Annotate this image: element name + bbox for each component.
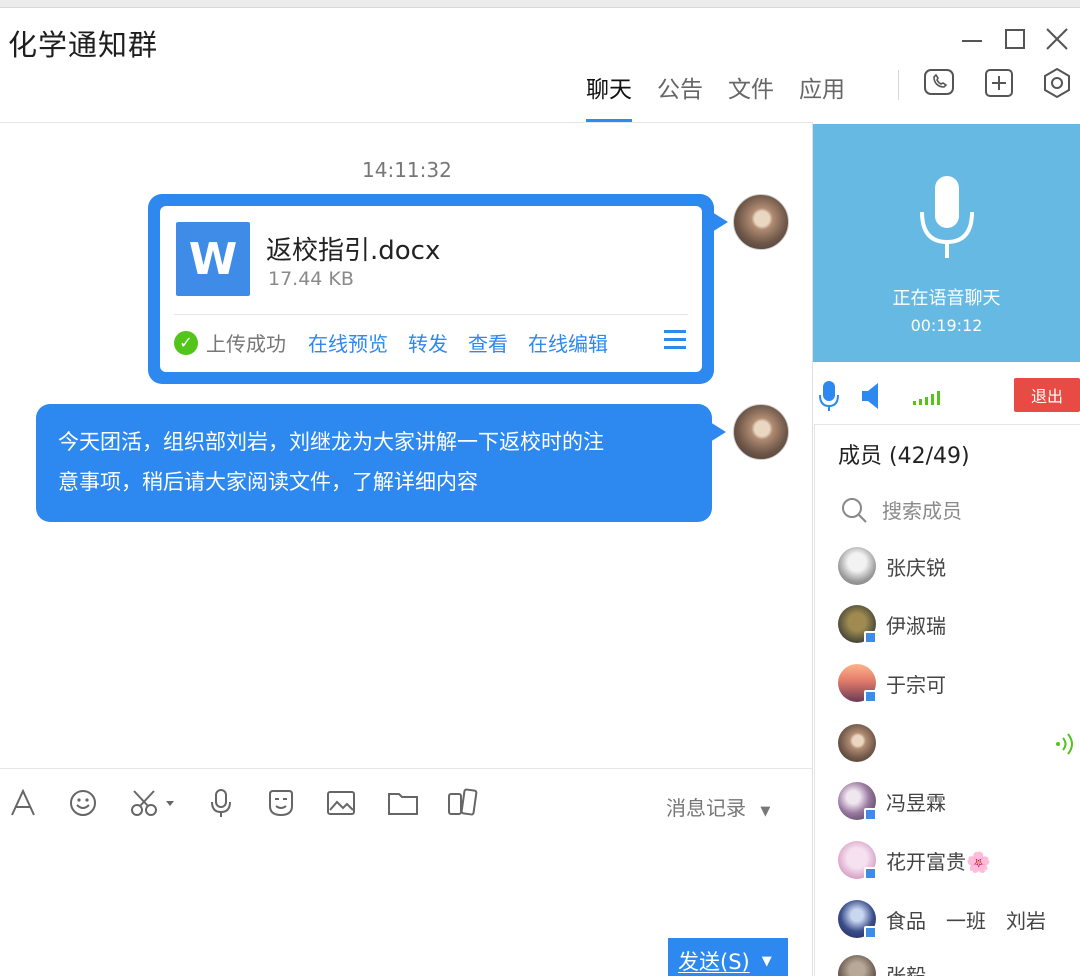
member-item[interactable]: 于宗可	[838, 663, 946, 703]
phone-icon[interactable]	[922, 66, 956, 100]
minimize-icon[interactable]	[955, 22, 989, 56]
member-item[interactable]: 伊淑瑞	[838, 604, 946, 644]
edit-online-link[interactable]: 在线编辑	[528, 328, 608, 357]
tab-bar: 聊天 公告 文件 应用	[586, 64, 870, 122]
member-avatar	[838, 724, 876, 762]
mobile-status-icon	[864, 690, 877, 703]
send-options-chevron-icon[interactable]: ▼	[762, 954, 772, 969]
member-name: 伊淑瑞	[886, 613, 946, 638]
upload-status: 上传成功	[206, 332, 286, 356]
tab-apps[interactable]: 应用	[799, 64, 845, 122]
speaker-icon[interactable]	[860, 380, 882, 416]
file-name[interactable]: 返校指引.docx	[266, 230, 440, 267]
message-line-1: 今天团活，组织部刘岩，刘继龙为大家讲解一下返校时的注	[58, 430, 604, 454]
file-card[interactable]: W 返校指引.docx 17.44 KB ✓ 上传成功 在线预览 转发 查看 在…	[160, 206, 702, 372]
file-actions: ✓ 上传成功 在线预览 转发 查看 在线编辑	[174, 328, 628, 357]
tab-announcement[interactable]: 公告	[657, 64, 703, 122]
message-timestamp: 14:11:32	[362, 158, 452, 182]
speaking-indicator-icon	[1056, 733, 1073, 755]
send-button[interactable]: 发送(S) ▼	[668, 938, 788, 976]
tab-files[interactable]: 文件	[728, 64, 774, 122]
member-item[interactable]: 食品 一班 刘岩	[838, 899, 1046, 939]
word-document-icon: W	[176, 222, 250, 296]
check-icon: ✓	[174, 330, 198, 355]
mobile-status-icon	[864, 867, 877, 880]
file-message-bubble[interactable]: W 返校指引.docx 17.44 KB ✓ 上传成功 在线预览 转发 查看 在…	[148, 194, 728, 384]
member-avatar	[838, 547, 876, 585]
member-item[interactable]: 花开富贵🌸	[838, 840, 991, 880]
member-count-title: 成员 (42/49)	[838, 444, 970, 469]
member-name: 张毅	[886, 963, 926, 976]
member-item[interactable]: 张庆锐	[838, 546, 946, 586]
preview-online-link[interactable]: 在线预览	[308, 328, 388, 357]
emoji-icon[interactable]	[66, 786, 100, 820]
message-line-2: 意事项，稍后请大家阅读文件，了解详细内容	[58, 470, 478, 494]
member-avatar	[838, 955, 876, 976]
sender-avatar[interactable]	[733, 194, 789, 250]
voice-microphone-icon	[920, 176, 974, 258]
exit-call-button[interactable]: 退出	[1014, 378, 1080, 412]
signal-strength-icon	[912, 386, 944, 410]
member-avatar	[838, 841, 877, 880]
screenshot-scissors-icon[interactable]	[128, 786, 178, 820]
chevron-down-icon: ▼	[760, 804, 771, 819]
send-label: 发送(S)	[678, 950, 750, 974]
window-top-border	[0, 0, 1080, 8]
group-title: 化学通知群	[8, 28, 159, 62]
view-link[interactable]: 查看	[468, 328, 508, 357]
more-menu-icon[interactable]	[664, 330, 686, 354]
mobile-status-icon	[864, 808, 877, 821]
font-icon[interactable]	[6, 786, 40, 820]
mic-toggle-icon[interactable]	[818, 380, 840, 416]
file-size: 17.44 KB	[268, 268, 354, 290]
member-name: 冯昱霖	[886, 790, 946, 815]
tab-chat[interactable]: 聊天	[586, 64, 632, 122]
mobile-status-icon	[864, 631, 877, 644]
file-card-divider	[174, 314, 688, 315]
close-icon[interactable]	[1040, 22, 1074, 56]
search-icon	[842, 497, 867, 523]
composer-divider	[0, 768, 812, 769]
mobile-status-icon	[864, 926, 877, 939]
member-name: 花开富贵🌸	[886, 849, 991, 874]
member-name: 于宗可	[886, 672, 946, 697]
text-message-bubble[interactable]: 今天团活，组织部刘岩，刘继龙为大家讲解一下返校时的注 意事项，稍后请大家阅读文件…	[36, 404, 726, 522]
forward-link[interactable]: 转发	[408, 328, 448, 357]
member-avatar	[838, 605, 877, 644]
member-item[interactable]: 冯昱霖	[838, 781, 946, 821]
maximize-icon[interactable]	[998, 22, 1032, 56]
message-history-button[interactable]: 消息记录 ▼	[666, 792, 770, 821]
member-search-input[interactable]: 搜索成员	[840, 495, 962, 524]
sender-avatar[interactable]	[733, 404, 789, 460]
more-apps-icon[interactable]	[446, 786, 480, 820]
microphone-icon[interactable]	[204, 786, 238, 820]
member-item[interactable]: 张毅	[838, 954, 926, 976]
folder-icon[interactable]	[386, 786, 420, 820]
image-icon[interactable]	[324, 786, 358, 820]
sticker-icon[interactable]	[264, 786, 298, 820]
voice-duration: 00:19:12	[910, 316, 983, 335]
voice-call-panel: 正在语音聊天 00:19:12	[813, 124, 1080, 362]
header-separator	[898, 70, 899, 100]
member-avatar	[838, 664, 877, 703]
member-item[interactable]	[838, 723, 886, 763]
member-avatar	[838, 900, 877, 939]
voice-status: 正在语音聊天	[892, 288, 1001, 309]
message-history-label: 消息记录	[666, 796, 746, 820]
add-icon[interactable]	[982, 66, 1016, 100]
member-name: 张庆锐	[886, 555, 946, 580]
settings-icon[interactable]	[1040, 66, 1074, 100]
header-divider	[0, 122, 812, 123]
member-avatar	[838, 782, 877, 821]
member-search-placeholder: 搜索成员	[882, 499, 962, 523]
member-name: 食品 一班 刘岩	[886, 908, 1046, 933]
